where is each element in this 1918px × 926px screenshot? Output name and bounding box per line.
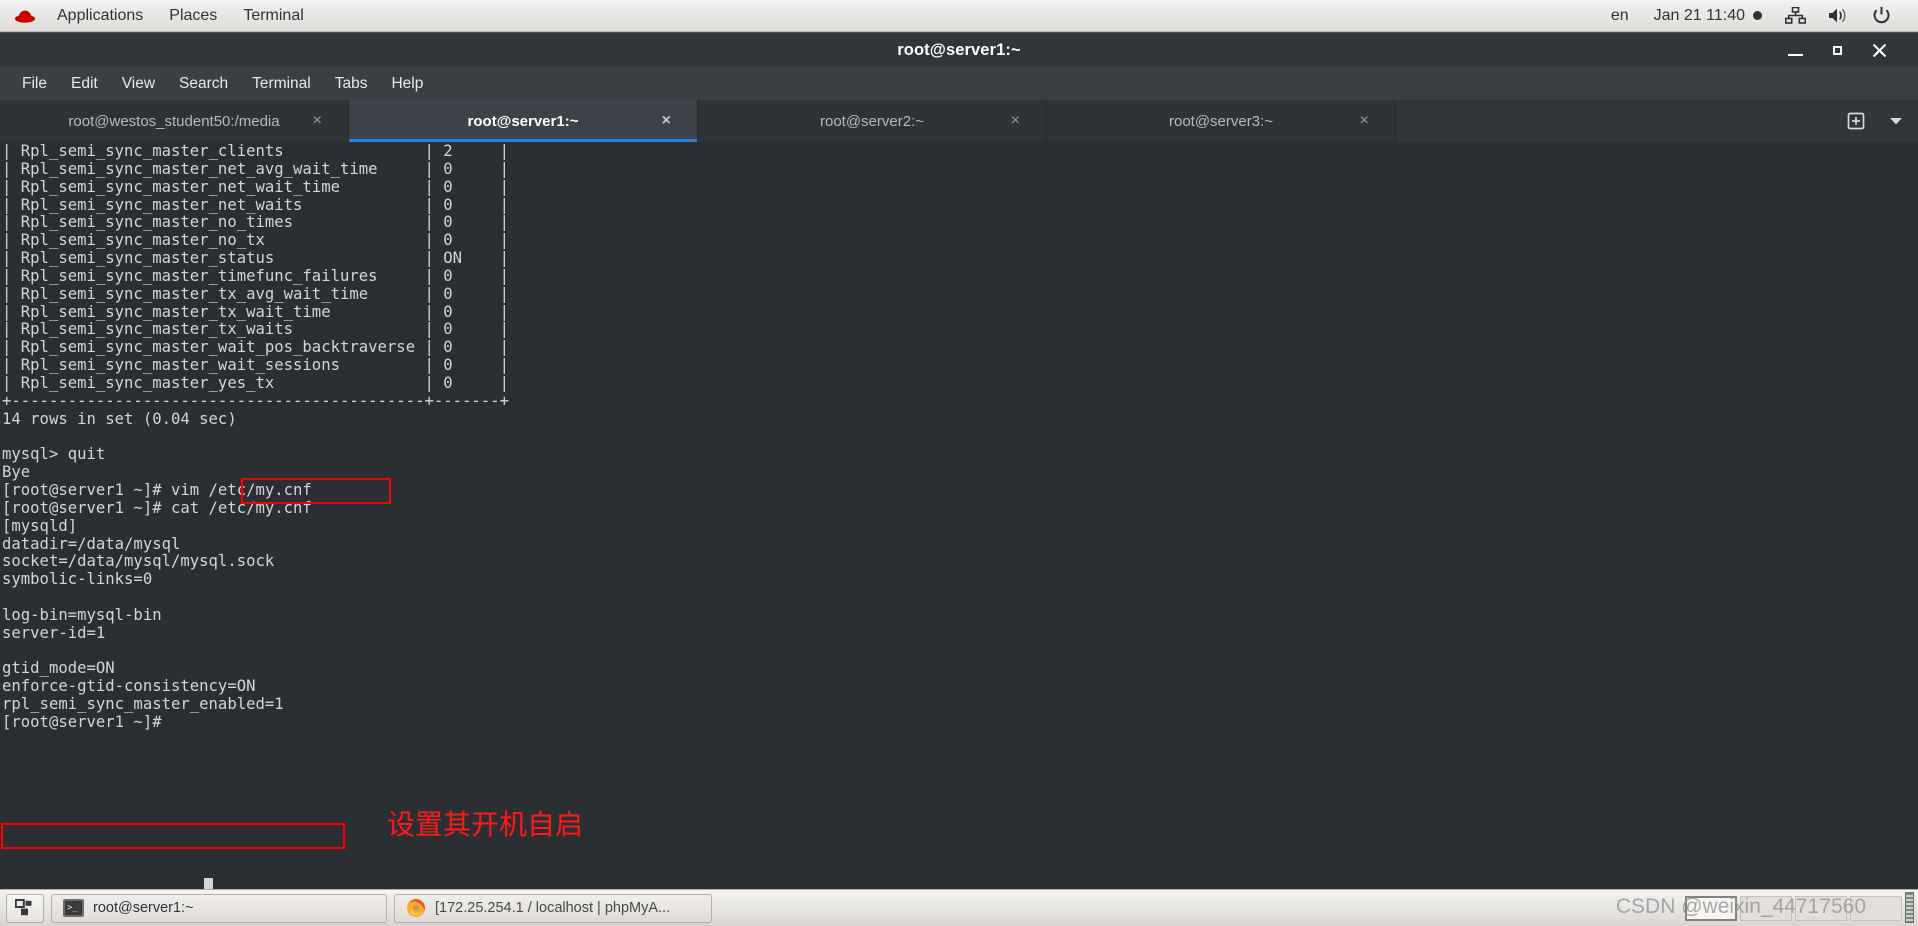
tab-server1[interactable]: root@server1:~ × (349, 100, 698, 142)
tab-label: root@server1:~ (467, 112, 579, 130)
recording-dot-icon (1753, 11, 1762, 20)
menu-bar: File Edit View Search Terminal Tabs Help (0, 67, 1918, 100)
terminal-text: | Rpl_semi_sync_master_clients | 2 | | R… (2, 142, 509, 731)
workspace-4[interactable] (1850, 895, 1902, 921)
gnome-top-panel: Applications Places Terminal en Jan 21 1… (0, 0, 1918, 32)
volume-icon[interactable] (1817, 7, 1861, 24)
tab-westos-student50[interactable]: root@westos_student50:/media × (0, 100, 349, 142)
annotation-note: 设置其开机自启 (387, 808, 584, 841)
workspace-thumbnails[interactable] (1685, 895, 1912, 921)
panel-menu-terminal[interactable]: Terminal (230, 0, 316, 31)
taskbar-item-terminal[interactable]: >_ root@server1:~ (51, 893, 387, 923)
taskbar: >_ root@server1:~ [172.25.254.1 / localh… (0, 889, 1918, 926)
panel-clock[interactable]: Jan 21 11:40 (1642, 7, 1774, 25)
terminal-cursor (204, 878, 213, 889)
workspace-1[interactable] (1685, 895, 1737, 921)
menu-tabs[interactable]: Tabs (323, 67, 380, 100)
tab-label: root@server3:~ (1168, 112, 1274, 130)
workspace-2[interactable] (1740, 895, 1792, 921)
tab-label: root@westos_student50:/media (68, 112, 280, 130)
redhat-logo-icon[interactable] (0, 0, 44, 31)
window-title: root@server1:~ (897, 40, 1021, 59)
workspace-3[interactable] (1795, 895, 1847, 921)
tab-close-icon[interactable]: × (313, 113, 322, 129)
tab-close-icon[interactable]: × (662, 113, 671, 129)
menu-view[interactable]: View (110, 67, 167, 100)
terminal-tab-bar: root@westos_student50:/media × root@serv… (0, 100, 1918, 142)
window-title-bar[interactable]: root@server1:~ (0, 32, 1918, 67)
tab-server2[interactable]: root@server2:~ × (698, 100, 1047, 142)
network-icon[interactable] (1774, 7, 1817, 24)
new-tab-icon[interactable] (1846, 111, 1866, 131)
minimize-button[interactable] (1774, 33, 1816, 67)
minimize-icon (1787, 53, 1803, 56)
redhat-logo-glyph (14, 10, 36, 23)
tab-close-icon[interactable]: × (1011, 113, 1020, 129)
taskbar-item-label: [172.25.254.1 / localhost | phpMyA... (435, 900, 671, 916)
taskbar-item-label: root@server1:~ (93, 900, 194, 916)
terminal-window: root@server1:~ File Edit View Search Ter… (0, 32, 1918, 889)
firefox-icon (406, 898, 426, 918)
clock-text: Jan 21 11:40 (1653, 6, 1745, 24)
power-icon[interactable] (1861, 6, 1902, 25)
menu-help[interactable]: Help (379, 67, 435, 100)
menu-file[interactable]: File (10, 67, 59, 100)
tab-label: root@server2:~ (819, 112, 925, 130)
panel-menu-applications[interactable]: Applications (44, 0, 156, 31)
workspace-switcher-icon[interactable] (6, 893, 44, 923)
tab-close-icon[interactable]: × (1360, 113, 1369, 129)
menu-terminal[interactable]: Terminal (240, 67, 323, 100)
taskbar-grip (1905, 892, 1914, 923)
close-icon (1872, 43, 1886, 57)
chevron-down-icon[interactable] (1888, 115, 1904, 127)
terminal-output-area[interactable]: | Rpl_semi_sync_master_clients | 2 | | R… (0, 142, 1918, 889)
menu-edit[interactable]: Edit (59, 67, 110, 100)
taskbar-item-firefox[interactable]: [172.25.254.1 / localhost | phpMyA... (394, 893, 712, 923)
panel-menu-places[interactable]: Places (156, 0, 230, 31)
rpl-semi-sync-highlight (1, 823, 345, 849)
close-button[interactable] (1858, 33, 1900, 67)
tab-server3[interactable]: root@server3:~ × (1047, 100, 1396, 142)
maximize-icon (1832, 45, 1842, 55)
maximize-button[interactable] (1816, 33, 1858, 67)
terminal-icon: >_ (63, 899, 84, 917)
menu-search[interactable]: Search (167, 67, 240, 100)
keyboard-language-indicator[interactable]: en (1598, 0, 1642, 31)
